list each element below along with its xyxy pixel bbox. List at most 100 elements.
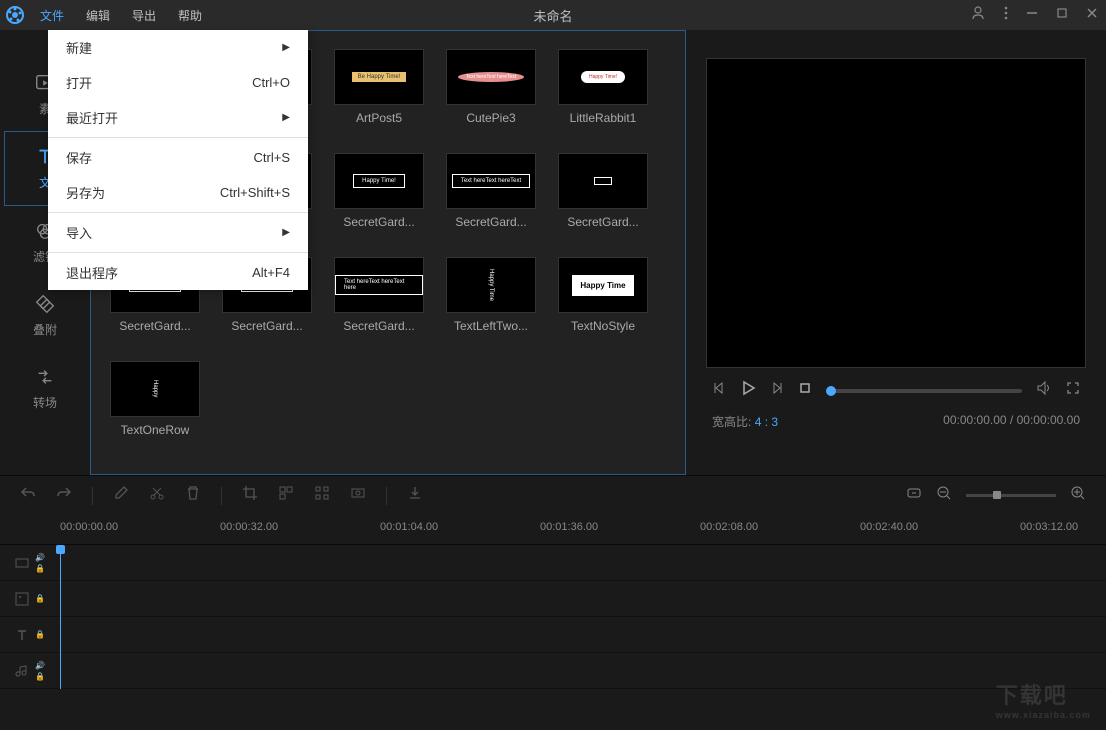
library-item-label: TextLeftTwo... xyxy=(454,319,528,333)
file-dropdown: 新建▶ 打开Ctrl+O 最近打开▶ 保存Ctrl+S 另存为Ctrl+Shif… xyxy=(48,30,308,290)
seek-handle[interactable] xyxy=(826,386,836,396)
menu-saveas[interactable]: 另存为Ctrl+Shift+S xyxy=(48,175,308,210)
menu-recent[interactable]: 最近打开▶ xyxy=(48,100,308,135)
menu-open[interactable]: 打开Ctrl+O xyxy=(48,65,308,100)
cut-icon[interactable] xyxy=(149,485,165,506)
library-item[interactable]: Be Happy Time! ArtPost5 xyxy=(329,49,429,125)
library-thumbnail[interactable]: Happy Time xyxy=(558,257,648,313)
menu-edit[interactable]: 编辑 xyxy=(76,3,120,28)
window-title: 未命名 xyxy=(533,6,572,25)
chevron-right-icon: ▶ xyxy=(282,112,290,123)
ratio-value[interactable]: 4 : 3 xyxy=(755,415,778,429)
seek-slider[interactable] xyxy=(826,389,1022,393)
crop-icon[interactable] xyxy=(242,485,258,506)
library-item[interactable]: Text hereText hereText hereSecretGard... xyxy=(329,257,429,333)
menu-separator xyxy=(48,212,308,213)
titlebar: 文件 编辑 导出 帮助 未命名 xyxy=(0,0,1106,30)
text-track[interactable]: 🔒 xyxy=(0,617,1106,653)
prev-frame-icon[interactable] xyxy=(712,381,726,400)
menu-export[interactable]: 导出 xyxy=(122,3,166,28)
menu-help[interactable]: 帮助 xyxy=(168,3,212,28)
library-item[interactable]: Happy Time! SecretGard... xyxy=(329,153,429,229)
toolbar-separator xyxy=(92,487,93,505)
lock-icon[interactable]: 🔒 xyxy=(35,630,45,639)
library-thumbnail[interactable]: Text hereText hereText xyxy=(446,49,536,105)
ruler-tick: 00:01:04.00 xyxy=(380,521,438,533)
library-item[interactable]: SecretGard... xyxy=(553,153,653,229)
fullscreen-icon[interactable] xyxy=(1066,381,1080,400)
library-thumbnail[interactable]: Be Happy Time! xyxy=(334,49,424,105)
zoom-slider[interactable] xyxy=(966,494,1056,497)
library-thumbnail[interactable]: Text hereText hereText here xyxy=(334,257,424,313)
library-thumbnail[interactable]: Text hereText hereText xyxy=(446,153,536,209)
volume-icon[interactable]: 🔊 xyxy=(35,553,45,562)
video-track[interactable]: 🔊🔒 xyxy=(0,545,1106,581)
image-track[interactable]: 🔒 xyxy=(0,581,1106,617)
lock-icon[interactable]: 🔒 xyxy=(35,672,45,681)
play-icon[interactable] xyxy=(740,380,756,401)
menu-exit[interactable]: 退出程序Alt+F4 xyxy=(48,255,308,290)
play-controls xyxy=(700,368,1092,407)
delete-icon[interactable] xyxy=(185,485,201,506)
maximize-icon[interactable] xyxy=(1056,6,1068,24)
volume-icon[interactable] xyxy=(1036,380,1052,401)
zoom-out-icon[interactable] xyxy=(936,485,952,506)
undo-icon[interactable] xyxy=(20,485,36,506)
window-controls xyxy=(970,5,1098,26)
library-item-label: SecretGard... xyxy=(343,215,414,229)
grid-icon[interactable] xyxy=(314,485,330,506)
app-logo-icon xyxy=(0,0,30,30)
lock-icon[interactable]: 🔒 xyxy=(35,564,45,573)
zoom-handle[interactable] xyxy=(993,491,1001,499)
ruler-tick: 00:01:36.00 xyxy=(540,521,598,533)
sidebar-item-transition[interactable]: 转场 xyxy=(0,352,90,425)
preview-panel: 宽高比: 4 : 3 00:00:00.00 / 00:00:00.00 xyxy=(686,30,1106,475)
ruler-tick: 00:00:32.00 xyxy=(220,521,278,533)
redo-icon[interactable] xyxy=(56,485,72,506)
audio-track[interactable]: 🔊🔒 xyxy=(0,653,1106,689)
library-item[interactable]: HappyTextOneRow xyxy=(105,361,205,437)
library-item-label: TextNoStyle xyxy=(571,319,635,333)
overlay-icon xyxy=(34,293,56,315)
menu-save[interactable]: 保存Ctrl+S xyxy=(48,140,308,175)
library-thumbnail[interactable]: Happy Time! xyxy=(334,153,424,209)
library-thumbnail[interactable] xyxy=(558,153,648,209)
stop-icon[interactable] xyxy=(798,381,812,400)
sidebar-label: 叠附 xyxy=(33,321,57,338)
library-item-label: ArtPost5 xyxy=(356,111,402,125)
text-track-icon xyxy=(15,628,29,642)
audio-track-icon xyxy=(15,664,29,678)
minimize-icon[interactable] xyxy=(1026,6,1038,24)
lock-icon[interactable]: 🔒 xyxy=(35,594,45,603)
library-item[interactable]: Text hereText hereTextCutePie3 xyxy=(441,49,541,125)
edit-icon[interactable] xyxy=(113,485,129,506)
freeze-icon[interactable] xyxy=(350,485,366,506)
menu-file[interactable]: 文件 xyxy=(30,3,74,28)
more-icon[interactable] xyxy=(1004,6,1008,25)
user-icon[interactable] xyxy=(970,5,986,26)
volume-icon[interactable]: 🔊 xyxy=(35,661,45,670)
mosaic-icon[interactable] xyxy=(278,485,294,506)
library-item-label: SecretGard... xyxy=(567,215,638,229)
library-thumbnail[interactable]: Happy xyxy=(110,361,200,417)
fit-icon[interactable] xyxy=(906,485,922,506)
library-thumbnail[interactable]: Happy Time! xyxy=(558,49,648,105)
preview-canvas[interactable] xyxy=(706,58,1086,368)
zoom-in-icon[interactable] xyxy=(1070,485,1086,506)
next-frame-icon[interactable] xyxy=(770,381,784,400)
toolbar-separator xyxy=(386,487,387,505)
close-icon[interactable] xyxy=(1086,6,1098,24)
library-thumbnail[interactable]: Happy Time xyxy=(446,257,536,313)
menu-separator xyxy=(48,252,308,253)
menu-import[interactable]: 导入▶ xyxy=(48,215,308,250)
playhead[interactable] xyxy=(60,545,61,689)
library-item[interactable]: Text hereText hereTextSecretGard... xyxy=(441,153,541,229)
library-item-label: SecretGard... xyxy=(231,319,302,333)
timeline-tracks: 🔊🔒 🔒 🔒 🔊🔒 xyxy=(0,545,1106,689)
library-item[interactable]: Happy Time TextNoStyle xyxy=(553,257,653,333)
timeline-ruler[interactable]: 00:00:00.0000:00:32.0000:01:04.0000:01:3… xyxy=(0,515,1106,545)
menu-new[interactable]: 新建▶ xyxy=(48,30,308,65)
library-item[interactable]: Happy Time TextLeftTwo... xyxy=(441,257,541,333)
library-item[interactable]: Happy Time!LittleRabbit1 xyxy=(553,49,653,125)
export-icon[interactable] xyxy=(407,485,423,506)
